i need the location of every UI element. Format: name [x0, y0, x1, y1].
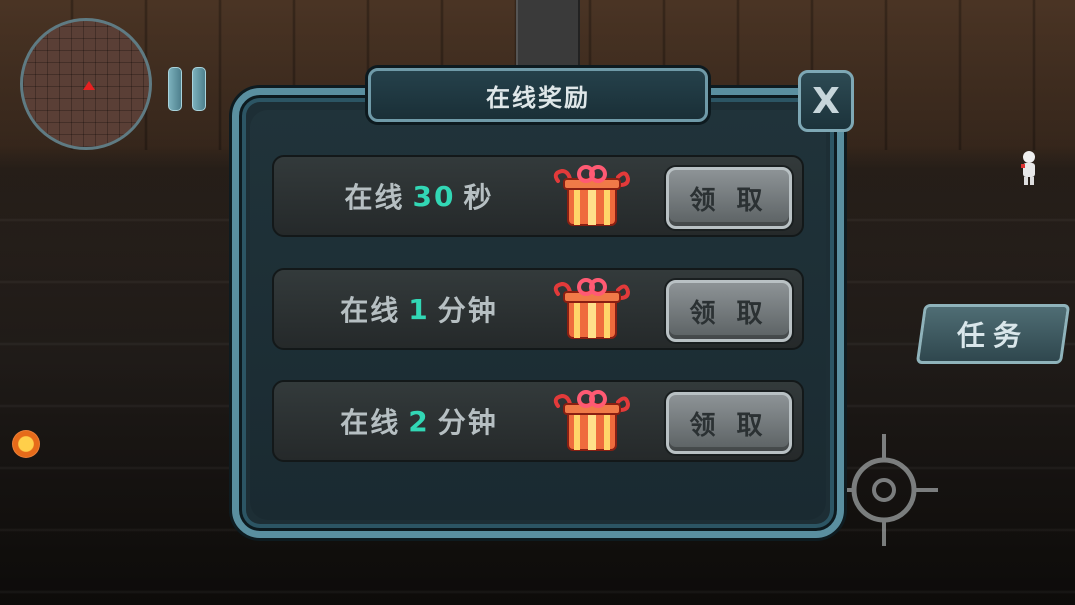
reward-row: 在线 1 分钟 领 取 [272, 268, 804, 350]
claim-button[interactable]: 领 取 [666, 167, 792, 229]
gift-box-icon [553, 278, 631, 339]
task-button[interactable]: 任务 [915, 304, 1071, 364]
pause-icon-bar-left [168, 67, 182, 111]
reward-unit: 秒 [463, 181, 494, 214]
reward-prefix: 在线 [344, 181, 405, 214]
reward-row: 在线 2 分钟 领 取 [272, 380, 804, 462]
reward-amount: 2 [408, 404, 430, 438]
gift-box-icon [553, 165, 631, 226]
reward-prefix: 在线 [340, 406, 401, 439]
reward-label: 在线 1 分钟 [294, 270, 544, 348]
player-marker-icon [83, 81, 95, 90]
gift-box-icon [553, 390, 631, 451]
close-button[interactable]: X [798, 70, 854, 132]
minimap[interactable] [20, 18, 152, 150]
reward-label: 在线 2 分钟 [294, 382, 544, 460]
reward-label: 在线 30 秒 [294, 157, 544, 235]
reward-prefix: 在线 [340, 294, 401, 327]
reward-amount: 30 [412, 179, 456, 213]
task-button-label: 任务 [956, 319, 1029, 352]
crosshair-icon[interactable] [838, 432, 940, 548]
reward-amount: 1 [408, 292, 430, 326]
pillar [516, 0, 580, 70]
pause-icon-bar-right [192, 67, 206, 111]
reward-row: 在线 30 秒 领 取 [272, 155, 804, 237]
reward-unit: 分钟 [437, 294, 498, 327]
reward-unit: 分钟 [437, 406, 498, 439]
claim-button[interactable]: 领 取 [666, 280, 792, 342]
dialog-title: 在线奖励 [368, 68, 708, 122]
claim-button[interactable]: 领 取 [666, 392, 792, 454]
npc-icon [1021, 151, 1035, 185]
pause-button[interactable] [168, 67, 210, 111]
coin-icon[interactable] [12, 430, 40, 458]
